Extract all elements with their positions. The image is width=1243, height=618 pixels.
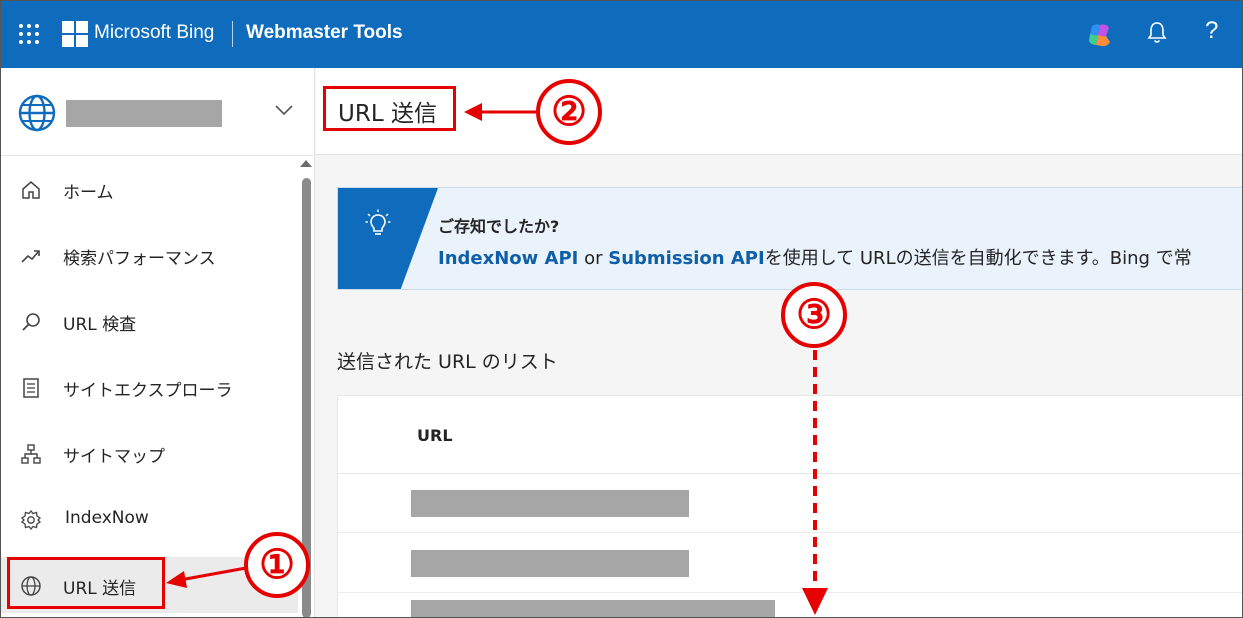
banner-or-text: or — [578, 248, 609, 269]
top-bar: Microsoft Bing Webmaster Tools ? — [0, 0, 1243, 68]
brand-divider — [232, 21, 233, 47]
info-banner: ご存知でしたか? IndexNow API or Submission APIを… — [337, 187, 1243, 290]
help-icon[interactable]: ? — [1205, 17, 1218, 45]
row-divider — [338, 532, 1243, 533]
sitemap-icon — [21, 444, 41, 464]
search-icon — [22, 313, 40, 331]
sidebar-item-label: 検索パフォーマンス — [63, 249, 216, 269]
bell-icon[interactable] — [1146, 20, 1168, 46]
sidebar-item-home[interactable]: ホーム — [0, 161, 298, 217]
microsoft-logo-icon — [62, 21, 88, 47]
sidebar-item-label: サイトマップ — [63, 447, 165, 467]
submitted-url-table: URL — [337, 395, 1243, 618]
url-column-header[interactable]: URL — [417, 426, 453, 445]
sidebar-item-label: サイトエクスプローラ — [63, 381, 233, 401]
url-cell-redacted — [411, 490, 689, 517]
copilot-icon[interactable] — [1086, 22, 1114, 48]
site-selector[interactable] — [0, 68, 315, 156]
scroll-up-arrow-icon[interactable] — [300, 160, 312, 167]
sidebar-item-label: ホーム — [63, 183, 114, 203]
gear-icon — [20, 509, 42, 531]
sidebar-item-label: URL 検査 — [63, 315, 137, 335]
banner-accent — [338, 188, 438, 289]
annotation-box-sidebar — [7, 557, 165, 609]
banner-title: ご存知でしたか? — [438, 217, 560, 236]
header-divider — [338, 473, 1243, 474]
annotation-marker-3: ③ — [781, 282, 847, 348]
sidebar-item-site-explorer[interactable]: サイトエクスプローラ — [0, 359, 298, 415]
product-name[interactable]: Webmaster Tools — [246, 22, 403, 44]
banner-message: IndexNow API or Submission APIを使用して URLの… — [438, 244, 1192, 270]
brand-name[interactable]: Microsoft Bing — [94, 22, 214, 44]
globe-icon — [18, 94, 56, 132]
annotation-marker-2: ② — [536, 79, 602, 145]
sidebar-item-search-performance[interactable]: 検索パフォーマンス — [0, 227, 298, 283]
site-name-redacted — [66, 100, 222, 127]
url-cell-redacted — [411, 550, 689, 577]
lightbulb-icon — [365, 209, 391, 235]
submitted-url-list-heading: 送信された URL のリスト — [337, 351, 558, 373]
sidebar-item-sitemaps[interactable]: サイトマップ — [0, 425, 298, 481]
annotation-box-title — [323, 86, 456, 131]
banner-rest-text: を使用して URLの送信を自動化できます。Bing で常 — [764, 248, 1192, 269]
url-cell-redacted — [411, 600, 775, 618]
sidebar-item-url-inspection[interactable]: URL 検査 — [0, 293, 298, 349]
submission-api-link[interactable]: Submission API — [608, 248, 764, 269]
sidebar-item-label: IndexNow — [65, 508, 149, 528]
annotation-marker-1: ① — [244, 532, 310, 598]
home-icon — [22, 181, 40, 199]
row-divider — [338, 592, 1243, 593]
sidebar-item-indexnow[interactable]: IndexNow — [0, 491, 298, 547]
app-launcher-icon[interactable] — [19, 24, 39, 44]
document-list-icon — [23, 378, 39, 398]
chevron-down-icon[interactable] — [274, 104, 294, 116]
indexnow-api-link[interactable]: IndexNow API — [438, 248, 578, 269]
trend-icon — [21, 250, 40, 263]
